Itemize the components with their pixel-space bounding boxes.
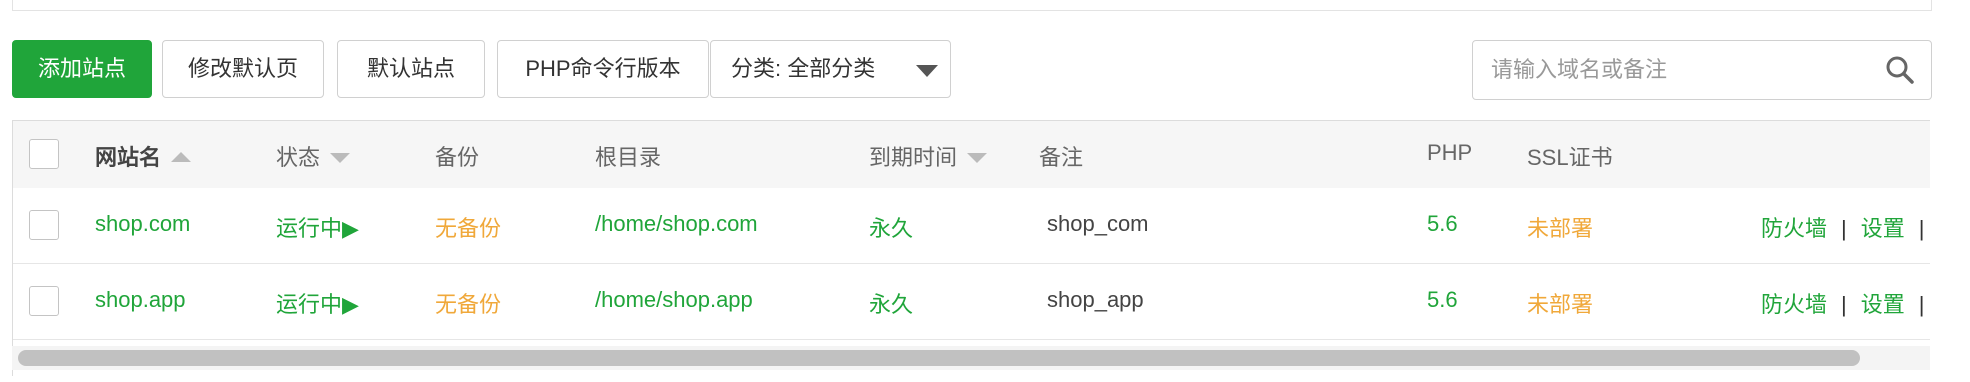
top-panel [12,0,1932,11]
expire-link[interactable]: 永久 [869,287,913,319]
action-separator: | [1841,216,1847,241]
php-cli-version-button[interactable]: PHP命令行版本 [497,40,709,98]
firewall-link[interactable]: 防火墙 [1761,216,1827,241]
ssl-link[interactable]: 未部署 [1527,287,1593,319]
status-toggle[interactable]: 运行中▶ [276,287,359,319]
default-site-button[interactable]: 默认站点 [337,40,485,98]
header-site-name[interactable]: 网站名 [95,140,192,172]
caret-down-icon [330,153,351,164]
expire-link[interactable]: 永久 [869,211,913,243]
header-php: PHP [1427,140,1473,165]
remark-text[interactable]: shop_com [1047,211,1149,237]
site-name-link[interactable]: shop.app [95,287,186,313]
remark-text[interactable]: shop_app [1047,287,1144,313]
caret-down-icon [967,153,988,164]
add-site-button[interactable]: 添加站点 [12,40,152,98]
table-row: shop.com 运行中▶ 无备份 /home/shop.com 永久 shop… [13,188,1930,264]
row-checkbox[interactable] [29,210,59,240]
action-separator: | [1918,292,1925,317]
ssl-link[interactable]: 未部署 [1527,211,1593,243]
horizontal-scrollbar[interactable] [12,346,1930,370]
search-box [1472,40,1932,100]
row-actions: 防火墙 | 设置 | [1761,287,1930,319]
category-select-label: 分类: 全部分类 [731,56,876,81]
table-row: shop.app 运行中▶ 无备份 /home/shop.app 永久 shop… [13,264,1930,340]
status-toggle[interactable]: 运行中▶ [276,211,359,243]
backup-link[interactable]: 无备份 [435,211,501,243]
header-backup: 备份 [435,145,480,170]
modify-default-page-button[interactable]: 修改默认页 [162,40,324,98]
root-dir-link[interactable]: /home/shop.app [595,287,753,313]
category-select[interactable]: 分类: 全部分类 [710,40,951,98]
php-version-link[interactable]: 5.6 [1427,287,1458,313]
header-status[interactable]: 状态 [276,140,351,172]
header-remark: 备注 [1039,145,1084,170]
php-version-link[interactable]: 5.6 [1427,211,1458,237]
search-input[interactable] [1475,43,1873,97]
row-checkbox[interactable] [29,286,59,316]
header-ssl: SSL证书 [1527,145,1613,170]
firewall-link[interactable]: 防火墙 [1761,292,1827,317]
site-name-link[interactable]: shop.com [95,211,190,237]
caret-up-icon [171,152,192,163]
scrollbar-thumb[interactable] [18,350,1860,366]
row-actions: 防火墙 | 设置 | [1761,211,1930,243]
caret-down-icon [916,65,938,77]
header-expire[interactable]: 到期时间 [869,140,988,172]
header-root-dir: 根目录 [595,145,662,170]
search-icon[interactable] [1885,55,1915,85]
action-separator: | [1918,216,1925,241]
settings-link[interactable]: 设置 [1861,292,1905,317]
select-all-checkbox[interactable] [29,139,59,169]
backup-link[interactable]: 无备份 [435,287,501,319]
root-dir-link[interactable]: /home/shop.com [595,211,758,237]
table-header: 网站名 状态 备份 根目录 到期时间 备注 PHP SSL证书 [13,121,1930,189]
settings-link[interactable]: 设置 [1861,216,1905,241]
site-table: 网站名 状态 备份 根目录 到期时间 备注 PHP SSL证书 shop.com… [12,120,1930,376]
action-separator: | [1841,292,1847,317]
